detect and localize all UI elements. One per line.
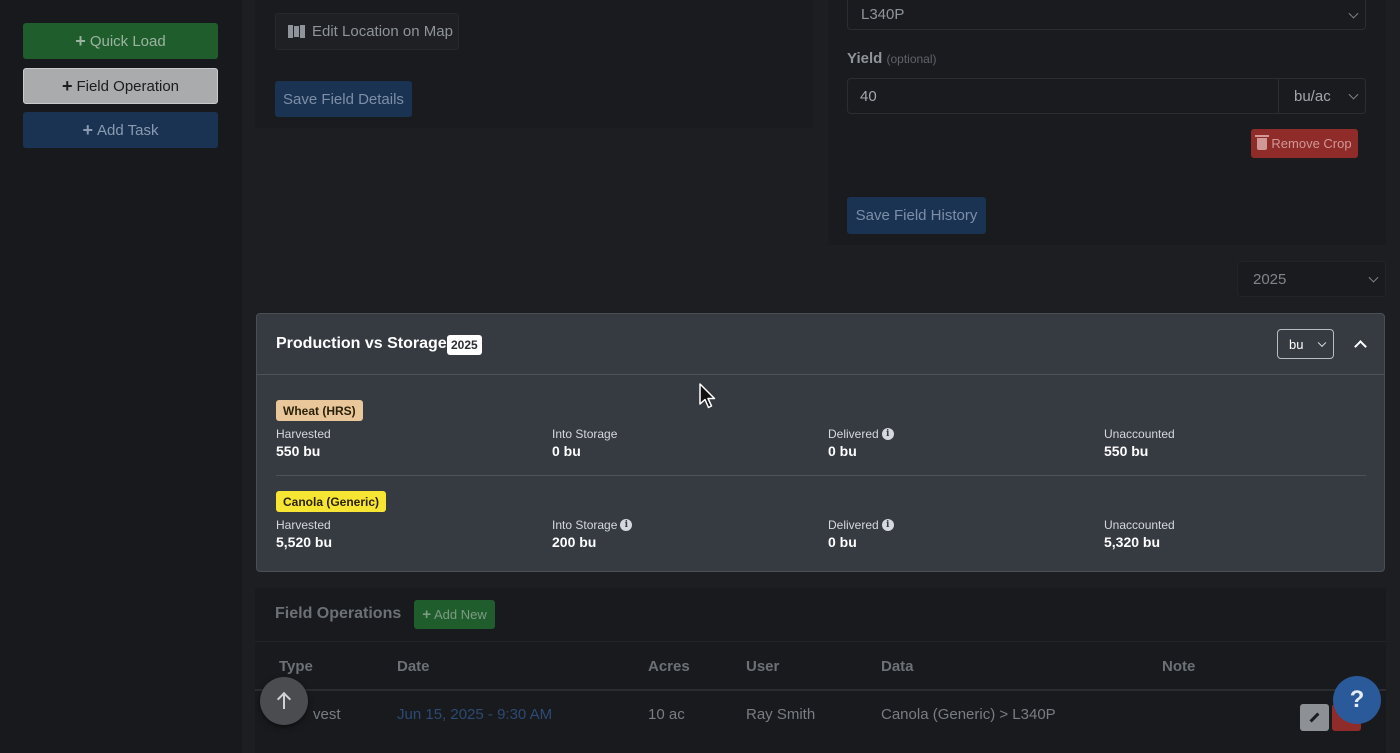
cell-acres: 10 ac bbox=[648, 706, 685, 723]
column-header-date[interactable]: Date bbox=[397, 658, 430, 675]
stat-label: Unaccounted bbox=[1104, 518, 1175, 532]
divider bbox=[255, 689, 1386, 691]
stat-value: 200 bu bbox=[552, 534, 597, 550]
stat-label-row: Into Storage i bbox=[552, 518, 633, 532]
edit-location-label: Edit Location on Map bbox=[312, 23, 453, 40]
plus-icon: + bbox=[75, 31, 86, 51]
edit-location-button[interactable]: Edit Location on Map bbox=[275, 13, 459, 50]
quick-load-label: Quick Load bbox=[89, 32, 166, 50]
year-select-value: 2025 bbox=[1253, 270, 1287, 288]
card-title: Production vs Storage bbox=[276, 335, 447, 352]
harvested-stat: Harvested 5,520 bu bbox=[276, 518, 332, 550]
yield-unit-select[interactable]: bu/ac bbox=[1278, 78, 1366, 114]
cell-type: vest bbox=[313, 706, 341, 723]
arrow-up-icon bbox=[277, 693, 291, 709]
field-operation-label: Field Operation bbox=[76, 77, 180, 95]
yield-unit-value: bu/ac bbox=[1294, 87, 1331, 105]
stat-label: Into Storage bbox=[552, 427, 618, 441]
chevron-down-icon bbox=[1348, 8, 1359, 19]
field-operations-title: Field Operations bbox=[275, 605, 402, 622]
add-task-label: Add Task bbox=[97, 121, 159, 139]
delivered-stat: Delivered i 0 bu bbox=[828, 427, 894, 459]
quick-load-button[interactable]: + Quick Load bbox=[23, 23, 218, 59]
cell-user: Ray Smith bbox=[746, 706, 816, 723]
save-field-history-button[interactable]: Save Field History bbox=[847, 197, 986, 234]
sidebar: + Quick Load + Field Operation + Add Tas… bbox=[0, 0, 242, 753]
remove-crop-label: Remove Crop bbox=[1271, 136, 1352, 151]
stat-label: Harvested bbox=[276, 427, 331, 441]
stat-value: 5,520 bu bbox=[276, 534, 333, 550]
year-select[interactable]: 2025 bbox=[1237, 261, 1386, 297]
scroll-to-top-button[interactable] bbox=[260, 677, 308, 725]
variety-select[interactable]: L340P bbox=[847, 0, 1366, 30]
divider bbox=[255, 641, 1386, 642]
harvested-stat: Harvested 550 bu bbox=[276, 427, 331, 459]
save-field-details-button[interactable]: Save Field Details bbox=[275, 81, 412, 117]
divider bbox=[276, 475, 1366, 476]
cell-data: Canola (Generic) > L340P bbox=[881, 706, 1056, 723]
stat-label: Delivered bbox=[828, 518, 879, 532]
production-vs-storage-card: Production vs Storage 2025 bu Wheat (HRS… bbox=[256, 313, 1385, 572]
add-new-label: Add New bbox=[434, 607, 487, 622]
stat-label-row: Delivered i bbox=[828, 518, 894, 532]
yield-label: Yield (optional) bbox=[847, 50, 937, 67]
info-icon[interactable]: i bbox=[881, 519, 894, 531]
mouse-cursor-icon bbox=[699, 383, 716, 409]
crop-tag: Wheat (HRS) bbox=[276, 400, 363, 421]
add-task-button[interactable]: + Add Task bbox=[23, 112, 218, 148]
unaccounted-stat: Unaccounted 550 bu bbox=[1104, 427, 1175, 459]
stat-value: 0 bu bbox=[828, 534, 857, 550]
card-header: Production vs Storage 2025 bu bbox=[257, 314, 1384, 375]
chevron-down-icon bbox=[1368, 272, 1379, 283]
plus-icon: + bbox=[82, 120, 94, 140]
chevron-down-icon bbox=[1348, 89, 1359, 100]
yield-label-text: Yield bbox=[847, 50, 883, 67]
yield-optional-hint: (optional) bbox=[886, 52, 937, 66]
stat-value: 0 bu bbox=[828, 443, 857, 459]
yield-input[interactable]: 40 bbox=[847, 78, 1279, 114]
stat-value: 5,320 bu bbox=[1104, 534, 1161, 550]
chevron-up-icon[interactable] bbox=[1354, 338, 1366, 350]
cell-date-link[interactable]: Jun 15, 2025 - 9:30 AM bbox=[397, 706, 552, 723]
pencil-icon bbox=[1309, 712, 1320, 723]
storage-stat: Into Storage i 200 bu bbox=[552, 518, 633, 550]
help-button[interactable]: ? bbox=[1333, 676, 1381, 724]
stat-label: Harvested bbox=[276, 518, 331, 532]
unit-select[interactable]: bu bbox=[1277, 329, 1334, 359]
storage-stat: Into Storage 0 bu bbox=[552, 427, 617, 459]
remove-crop-button[interactable]: Remove Crop bbox=[1251, 129, 1358, 158]
unaccounted-stat: Unaccounted 5,320 bu bbox=[1104, 518, 1175, 550]
stat-value: 550 bu bbox=[1104, 443, 1149, 459]
map-icon bbox=[288, 25, 305, 38]
info-icon[interactable]: i bbox=[620, 519, 633, 531]
info-icon[interactable]: i bbox=[881, 428, 894, 440]
variety-value: L340P bbox=[861, 6, 905, 23]
unit-value: bu bbox=[1289, 336, 1304, 352]
stat-value: 550 bu bbox=[276, 443, 321, 459]
stat-label: Unaccounted bbox=[1104, 427, 1175, 441]
year-badge: 2025 bbox=[447, 335, 482, 355]
column-header-user[interactable]: User bbox=[746, 658, 779, 675]
column-header-data[interactable]: Data bbox=[881, 658, 914, 675]
field-operation-button[interactable]: + Field Operation bbox=[23, 68, 218, 104]
chevron-down-icon bbox=[1317, 338, 1327, 348]
delivered-stat: Delivered i 0 bu bbox=[828, 518, 894, 550]
plus-icon: + bbox=[422, 606, 431, 623]
column-header-acres[interactable]: Acres bbox=[648, 658, 690, 675]
trash-icon bbox=[1255, 134, 1270, 150]
column-header-type[interactable]: Type bbox=[279, 658, 313, 675]
crop-tag: Canola (Generic) bbox=[276, 491, 387, 512]
stat-label: Delivered bbox=[828, 427, 879, 441]
stat-label: Into Storage bbox=[552, 518, 618, 532]
add-new-operation-button[interactable]: + Add New bbox=[414, 600, 495, 629]
column-header-note[interactable]: Note bbox=[1162, 658, 1195, 675]
edit-button[interactable] bbox=[1300, 704, 1329, 731]
stat-label-row: Delivered i bbox=[828, 427, 894, 441]
stat-value: 0 bu bbox=[552, 443, 581, 459]
plus-icon: + bbox=[61, 76, 73, 96]
